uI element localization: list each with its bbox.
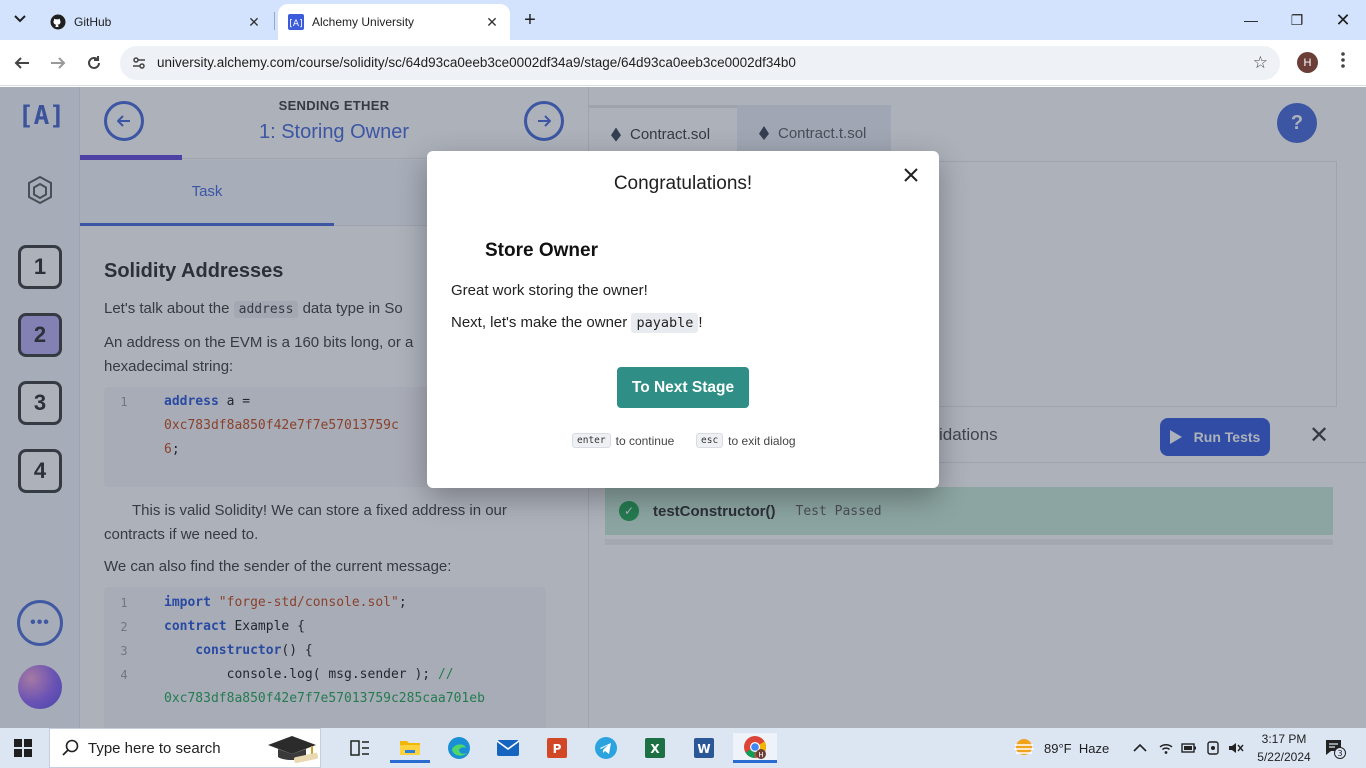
- tab-github[interactable]: GitHub ✕: [40, 4, 272, 40]
- battery-icon: [1181, 743, 1196, 753]
- svg-text:P: P: [553, 742, 562, 756]
- restore-button[interactable]: ❐: [1274, 0, 1320, 40]
- tab-search-dropdown[interactable]: [8, 7, 32, 31]
- clock-time: 3:17 PM: [1261, 732, 1307, 746]
- telegram-icon: [595, 737, 617, 759]
- chevron-up-icon: [1133, 743, 1147, 752]
- search-placeholder: Type here to search: [88, 739, 221, 757]
- next-stage-button[interactable]: To Next Stage: [617, 367, 749, 408]
- weather-haze-icon: [1014, 739, 1034, 755]
- wifi-icon: [1159, 743, 1173, 754]
- mail-button[interactable]: [488, 733, 528, 763]
- excel-icon: X: [645, 738, 665, 758]
- new-tab-button[interactable]: +: [518, 8, 542, 32]
- dialog-message-2: Next, let's make the owner payable!: [451, 313, 703, 333]
- svg-text:[A]: [A]: [289, 19, 302, 29]
- task-view-button[interactable]: [340, 733, 380, 763]
- notification-center-button[interactable]: 3: [1324, 737, 1346, 759]
- show-hidden-icons[interactable]: [1133, 728, 1147, 768]
- file-explorer-button[interactable]: [390, 733, 430, 763]
- device-status[interactable]: [1205, 728, 1221, 768]
- enter-key: enter: [572, 433, 611, 448]
- reload-button[interactable]: [80, 49, 108, 77]
- dialog-message-1: Great work storing the owner!: [451, 282, 648, 299]
- word-button[interactable]: W: [684, 733, 724, 763]
- search-icon: [62, 739, 79, 756]
- system-clock[interactable]: 3:17 PM 5/22/2024: [1252, 730, 1316, 766]
- dialog-subtitle: Store Owner: [485, 240, 598, 261]
- powerpoint-button[interactable]: P: [537, 733, 577, 763]
- alchemy-favicon-icon: [A]: [288, 14, 304, 30]
- notification-count: 3: [1337, 749, 1342, 758]
- svg-text:W: W: [697, 742, 710, 756]
- tab-title: GitHub: [74, 15, 112, 29]
- windows-taskbar: Type here to search P X W H 89°F Haze 3:…: [0, 728, 1366, 768]
- window-close-button[interactable]: ✕: [1320, 0, 1366, 40]
- svg-text:X: X: [650, 742, 660, 756]
- browser-menu-button[interactable]: [1333, 52, 1353, 68]
- volume-mute-icon: [1229, 743, 1244, 753]
- chevron-down-icon: [14, 15, 26, 23]
- arrow-right-icon: [51, 57, 66, 69]
- tab-separator: [274, 12, 275, 30]
- powerpoint-icon: P: [547, 738, 567, 758]
- site-settings-icon[interactable]: [128, 52, 150, 74]
- browser-toolbar: university.alchemy.com/course/solidity/s…: [0, 40, 1366, 86]
- esc-key: esc: [696, 433, 724, 448]
- chrome-icon: H: [744, 735, 766, 759]
- dialog-title: Congratulations!: [613, 173, 753, 194]
- excel-button[interactable]: X: [635, 733, 675, 763]
- address-bar[interactable]: university.alchemy.com/course/solidity/s…: [120, 46, 1280, 80]
- browser-tab-bar: GitHub ✕ [A] Alchemy University ✕ + — ❐ …: [0, 0, 1366, 40]
- close-dialog-button[interactable]: [899, 163, 923, 187]
- tab-alchemy-university[interactable]: [A] Alchemy University ✕: [278, 4, 510, 40]
- chrome-button[interactable]: H: [733, 733, 777, 763]
- close-icon: [904, 168, 918, 182]
- minimize-button[interactable]: —: [1228, 0, 1274, 40]
- battery-status[interactable]: [1181, 728, 1197, 768]
- tab-title: Alchemy University: [312, 15, 415, 29]
- profile-avatar[interactable]: H: [1297, 52, 1318, 73]
- congratulations-dialog: Congratulations! Store Owner Great work …: [427, 151, 939, 488]
- arrow-left-icon: [14, 57, 29, 69]
- url-text: university.alchemy.com/course/solidity/s…: [157, 55, 796, 70]
- inline-code: payable: [631, 313, 699, 333]
- task-view-icon: [350, 740, 369, 756]
- edge-button[interactable]: [439, 733, 479, 763]
- notification-icon: 3: [1326, 740, 1346, 759]
- clock-date: 5/22/2024: [1257, 750, 1311, 764]
- mail-icon: [496, 740, 520, 756]
- graduation-cap-icon: [268, 736, 318, 764]
- forward-button[interactable]: [44, 49, 72, 77]
- windows-start-icon[interactable]: [14, 739, 32, 757]
- word-icon: W: [694, 738, 714, 758]
- svg-text:H: H: [758, 751, 763, 759]
- edge-icon: [448, 737, 470, 759]
- bookmark-star-icon[interactable]: ☆: [1253, 53, 1268, 73]
- enter-hint: enter to continue: [572, 433, 674, 448]
- volume-status[interactable]: [1228, 728, 1244, 768]
- network-status[interactable]: [1158, 728, 1174, 768]
- github-icon: [50, 14, 66, 30]
- folder-icon: [400, 740, 420, 755]
- close-icon[interactable]: ✕: [484, 14, 500, 30]
- back-button[interactable]: [8, 49, 36, 77]
- telegram-button[interactable]: [586, 733, 626, 763]
- esc-hint: esc to exit dialog: [696, 433, 796, 448]
- weather-widget[interactable]: 89°F Haze: [1012, 728, 1109, 768]
- close-icon[interactable]: ✕: [246, 14, 262, 30]
- taskbar-search[interactable]: Type here to search: [49, 728, 321, 768]
- reload-icon: [88, 56, 100, 69]
- more-vertical-icon: [1341, 52, 1345, 68]
- weather-text: 89°F Haze: [1044, 740, 1110, 756]
- meet-now-icon: [1207, 741, 1219, 755]
